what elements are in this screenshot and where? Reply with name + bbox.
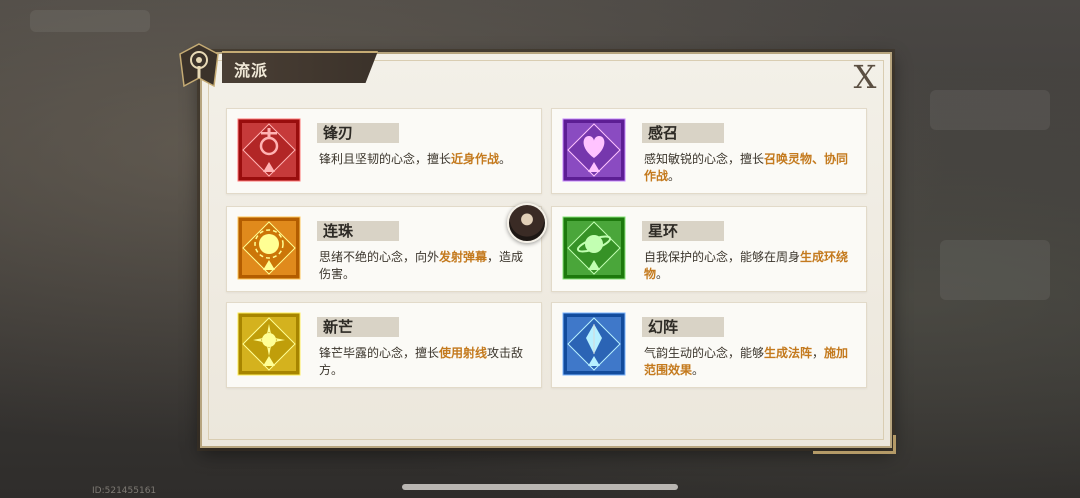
card-name: 锋刃 xyxy=(323,124,354,142)
background-shape xyxy=(940,240,1050,300)
faction-card[interactable]: 星环自我保护的心念，能够在周身生成环绕物。 xyxy=(551,206,867,292)
description-text: 感知敏锐的心念，擅长 xyxy=(644,152,765,166)
card-name: 感召 xyxy=(648,124,679,142)
description-text: 。 xyxy=(499,152,512,166)
golden-sun-emblem-icon xyxy=(237,312,301,376)
description-text: 自我保护的心念，能够在周身 xyxy=(644,250,801,264)
faction-card[interactable]: 感召感知敏锐的心念，擅长召唤灵物、协同作战。 xyxy=(551,108,867,194)
card-description: 自我保护的心念，能够在周身生成环绕物。 xyxy=(644,249,854,283)
description-text: 思绪不绝的心念，向外 xyxy=(319,250,440,264)
description-text: ， xyxy=(812,346,825,360)
orange-orb-emblem-icon xyxy=(237,216,301,280)
blue-crystal-emblem-icon xyxy=(562,312,626,376)
background-shape xyxy=(30,10,150,32)
purple-heart-emblem-icon xyxy=(562,118,626,182)
faction-card[interactable]: 连珠思绪不绝的心念，向外发射弹幕，造成伤害。 xyxy=(226,206,542,292)
description-text: 。 xyxy=(656,267,669,281)
green-planet-emblem-icon xyxy=(562,216,626,280)
highlighted-keyword: 发射弹幕 xyxy=(439,250,488,264)
user-id-label: ID:521455161 xyxy=(92,486,157,496)
description-text: 锋芒毕露的心念，擅长 xyxy=(319,346,440,360)
card-name: 幻阵 xyxy=(648,318,679,336)
home-indicator-bar[interactable] xyxy=(402,484,678,490)
crimson-blade-emblem-icon xyxy=(237,118,301,182)
card-description: 锋利且坚韧的心念，擅长近身作战。 xyxy=(319,151,529,168)
highlighted-keyword: 生成法阵 xyxy=(764,346,813,360)
highlighted-keyword: 使用射线 xyxy=(439,346,488,360)
card-name: 新芒 xyxy=(323,318,354,336)
card-name: 星环 xyxy=(648,222,679,240)
background-shape xyxy=(930,90,1050,130)
description-text: 。 xyxy=(668,169,681,183)
keyhole-emblem-icon xyxy=(179,43,219,88)
faction-card[interactable]: 幻阵气韵生动的心念，能够生成法阵，施加范围效果。 xyxy=(551,302,867,388)
card-name: 连珠 xyxy=(323,222,354,240)
card-description: 感知敏锐的心念，擅长召唤灵物、协同作战。 xyxy=(644,151,854,185)
panel-corner-decoration xyxy=(813,435,896,454)
highlighted-keyword: 近身作战 xyxy=(451,152,500,166)
close-button[interactable]: X xyxy=(848,58,882,96)
description-text: 。 xyxy=(692,363,705,377)
card-description: 锋芒毕露的心念，擅长使用射线攻击敌方。 xyxy=(319,345,529,379)
panel-title: 流派 xyxy=(234,61,269,80)
description-text: 气韵生动的心念，能够 xyxy=(644,346,765,360)
description-text: 锋利且坚韧的心念，擅长 xyxy=(319,152,452,166)
player-avatar[interactable] xyxy=(507,203,547,243)
card-description: 思绪不绝的心念，向外发射弹幕，造成伤害。 xyxy=(319,249,529,283)
faction-card[interactable]: 锋刃锋利且坚韧的心念，擅长近身作战。 xyxy=(226,108,542,194)
card-description: 气韵生动的心念，能够生成法阵，施加范围效果。 xyxy=(644,345,854,379)
faction-card[interactable]: 新芒锋芒毕露的心念，擅长使用射线攻击敌方。 xyxy=(226,302,542,388)
